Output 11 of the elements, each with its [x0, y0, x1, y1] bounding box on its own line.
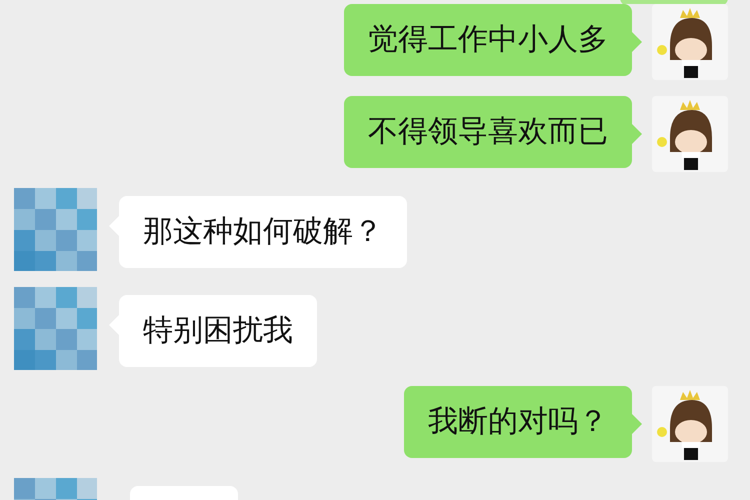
bubble-tail-icon	[632, 414, 642, 434]
message-bubble: 我断的对吗？	[404, 386, 632, 458]
message-bubble: 不得领导喜欢而已	[344, 96, 632, 168]
avatar-drawing[interactable]	[652, 386, 728, 462]
bubble-tail-icon	[632, 32, 642, 52]
avatar-drawing[interactable]	[652, 4, 728, 80]
avatar-drawing[interactable]	[652, 96, 728, 172]
bubble-tail-icon	[632, 124, 642, 144]
message-bubble: 觉得工作中小人多	[344, 4, 632, 76]
message-bubble: 特别困扰我	[119, 295, 317, 367]
message-bubble: 那这种如何破解？	[119, 196, 407, 268]
